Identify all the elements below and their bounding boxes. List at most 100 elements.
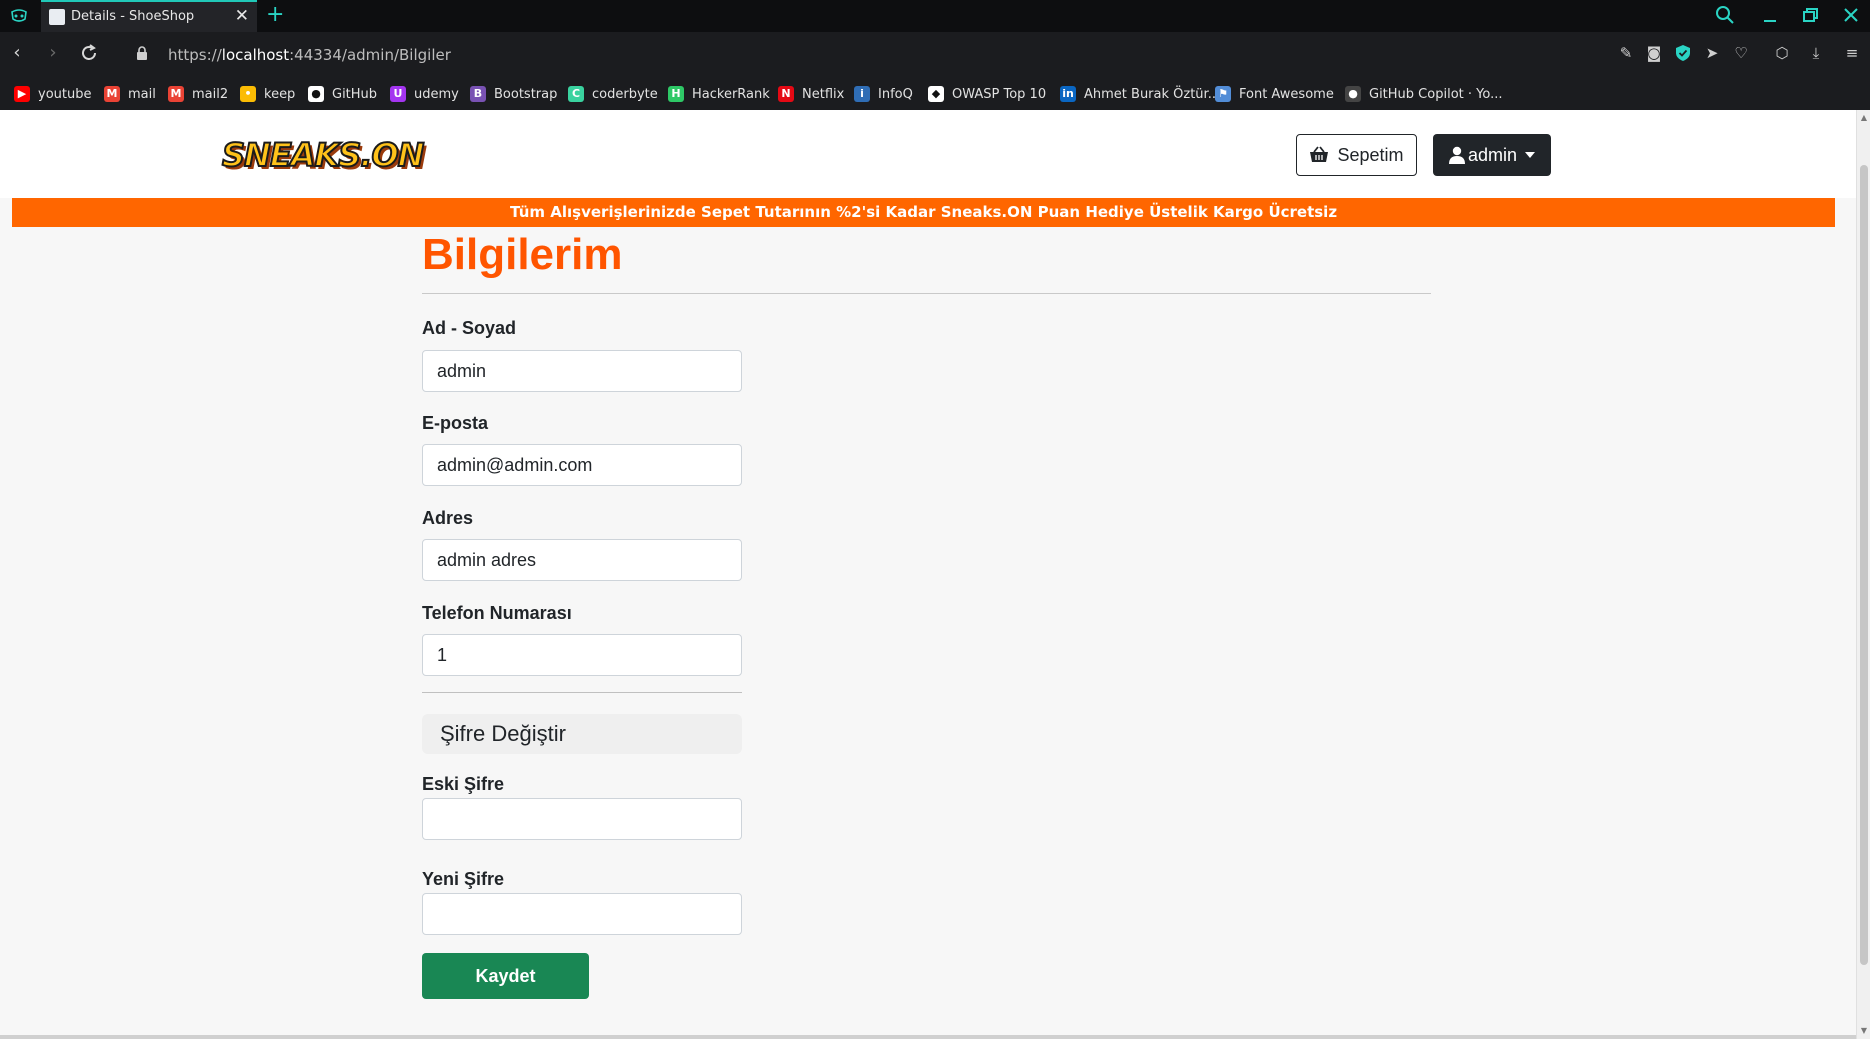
- phone-label: Telefon Numarası: [422, 603, 572, 623]
- bookmark-item[interactable]: ● GitHub: [308, 84, 377, 104]
- restore-icon[interactable]: [1799, 4, 1821, 26]
- gmail-icon: M: [168, 86, 184, 102]
- caret-down-icon: [1525, 152, 1536, 158]
- user-label: admin: [1467, 144, 1518, 165]
- new-tab-button[interactable]: +: [266, 2, 284, 28]
- bookmark-item[interactable]: • keep: [240, 84, 295, 104]
- bookmark-label: Netflix: [802, 86, 845, 102]
- bookmark-label: GitHub: [332, 86, 378, 102]
- old-password-input[interactable]: [422, 798, 742, 840]
- heart-icon[interactable]: ♡: [1732, 44, 1750, 62]
- lock-icon[interactable]: [136, 46, 148, 60]
- scroll-down-icon[interactable]: ▼: [1859, 1026, 1869, 1036]
- netflix-icon: N: [778, 86, 794, 102]
- browser-titlebar: Details - ShoeShop ✕ +: [0, 0, 1870, 32]
- url-field[interactable]: https://localhost:44334/admin/Bilgiler: [168, 46, 451, 64]
- coderbyte-icon: C: [568, 86, 584, 102]
- github-icon: ●: [308, 86, 324, 102]
- phone-input[interactable]: 1: [422, 634, 742, 676]
- gmail-icon: M: [104, 86, 120, 102]
- name-input[interactable]: admin: [422, 350, 742, 392]
- reload-icon[interactable]: [78, 42, 100, 64]
- bookmark-item[interactable]: Ccoderbyte: [568, 84, 658, 104]
- url-path: :44334/admin/Bilgiler: [289, 46, 451, 64]
- name-label: Ad - Soyad: [422, 318, 517, 338]
- new-password-input[interactable]: [422, 893, 742, 935]
- bookmark-label: udemy: [414, 86, 459, 102]
- url-scheme: https://: [168, 46, 222, 64]
- basket-icon: [1310, 146, 1329, 162]
- divider: [422, 692, 742, 693]
- close-window-icon[interactable]: [1840, 4, 1862, 26]
- basket-button[interactable]: Sepetim: [1296, 134, 1417, 176]
- bookmark-item[interactable]: in Ahmet Burak Öztür...: [1060, 84, 1220, 104]
- bookmarks-bar: ▶ youtube Mmail Mmail2 • keep ● GitHub Uudemy B Bo…: [0, 77, 1870, 110]
- promo-banner: Tüm Alışverişlerinizde Sepet Tutarının %…: [12, 198, 1835, 227]
- download-icon[interactable]: ⤓: [1807, 44, 1825, 62]
- page-scrollbar[interactable]: ▲ ▼: [1856, 110, 1870, 1039]
- bookmark-label: InfoQ: [878, 86, 913, 102]
- linkedin-icon: in: [1060, 86, 1076, 102]
- youtube-icon: ▶: [14, 86, 30, 102]
- bookmark-item[interactable]: Mmail2: [168, 84, 228, 104]
- search-icon[interactable]: [1714, 4, 1736, 26]
- bookmark-label: mail2: [192, 86, 229, 102]
- bookmark-item[interactable]: Uudemy: [390, 84, 459, 104]
- site-navbar: SNEAKS.ON Sepetim admin: [0, 110, 1856, 198]
- send-icon[interactable]: ➤: [1703, 44, 1721, 62]
- user-icon: [1448, 146, 1465, 164]
- browser-tab-active[interactable]: Details - ShoeShop ✕: [41, 0, 257, 32]
- tab-title: Details - ShoeShop: [71, 9, 195, 24]
- email-input[interactable]: admin@admin.com: [422, 444, 742, 486]
- save-button[interactable]: Kaydet: [422, 953, 589, 999]
- address-label: Adres: [422, 508, 474, 528]
- basket-label: Sepetim: [1337, 144, 1404, 165]
- back-icon[interactable]: ‹: [6, 42, 28, 64]
- flag-icon: ⚑: [1215, 86, 1231, 102]
- bootstrap-icon: B: [470, 86, 486, 102]
- tab-close-icon[interactable]: ✕: [235, 7, 249, 25]
- bookmark-label: Ahmet Burak Öztür...: [1084, 86, 1221, 102]
- scroll-up-icon[interactable]: ▲: [1859, 113, 1869, 123]
- bookmark-label: mail: [128, 86, 156, 102]
- github-icon: ●: [1345, 86, 1361, 102]
- hackerrank-icon: H: [668, 86, 684, 102]
- email-label: E-posta: [422, 413, 489, 433]
- address-bar: ‹ › https://localhost:44334/admin/Bilgil…: [0, 32, 1870, 77]
- bookmark-item[interactable]: Mmail: [104, 84, 156, 104]
- web-page: SNEAKS.ON Sepetim admin Tüm Alışverişler…: [0, 110, 1856, 1039]
- bookmark-label: OWASP Top 10: [952, 86, 1047, 102]
- menu-icon[interactable]: ≡: [1843, 44, 1861, 62]
- document-icon: [49, 9, 65, 25]
- user-dropdown-button[interactable]: admin: [1433, 134, 1551, 176]
- bookmark-item[interactable]: ⚑ Font Awesome: [1215, 84, 1334, 104]
- new-password-label: Yeni Şifre: [422, 869, 505, 889]
- owasp-icon: ◆: [928, 86, 944, 102]
- keep-icon: •: [240, 86, 256, 102]
- cube-icon[interactable]: ⬡: [1773, 44, 1791, 62]
- bookmark-label: keep: [264, 86, 296, 102]
- page-footer-edge: [0, 1035, 1856, 1039]
- page-title: Bilgilerim: [422, 230, 623, 279]
- opera-gx-icon[interactable]: [10, 8, 28, 24]
- site-logo[interactable]: SNEAKS.ON: [221, 134, 425, 176]
- old-password-label: Eski Şifre: [422, 774, 505, 794]
- bookmark-item[interactable]: H HackerRank: [668, 84, 770, 104]
- scroll-thumb[interactable]: [1860, 165, 1868, 965]
- bookmark-item[interactable]: B Bootstrap: [470, 84, 557, 104]
- bookmark-item[interactable]: i InfoQ: [854, 84, 913, 104]
- address-input[interactable]: admin adres: [422, 539, 742, 581]
- bookmark-item[interactable]: ▶ youtube: [14, 84, 91, 104]
- bookmark-label: Bootstrap: [494, 86, 558, 102]
- bookmark-label: Font Awesome: [1239, 86, 1334, 102]
- edit-icon[interactable]: ✎: [1617, 44, 1635, 62]
- bookmark-item[interactable]: ● GitHub Copilot · Yo...: [1345, 84, 1502, 104]
- forward-icon[interactable]: ›: [42, 42, 64, 64]
- minimize-icon[interactable]: [1759, 4, 1781, 26]
- camera-icon[interactable]: ◙: [1645, 44, 1663, 62]
- shield-icon[interactable]: [1674, 44, 1692, 62]
- udemy-icon: U: [390, 86, 406, 102]
- infoq-icon: i: [854, 86, 870, 102]
- bookmark-item[interactable]: ◆ OWASP Top 10: [928, 84, 1046, 104]
- bookmark-item[interactable]: N Netflix: [778, 84, 844, 104]
